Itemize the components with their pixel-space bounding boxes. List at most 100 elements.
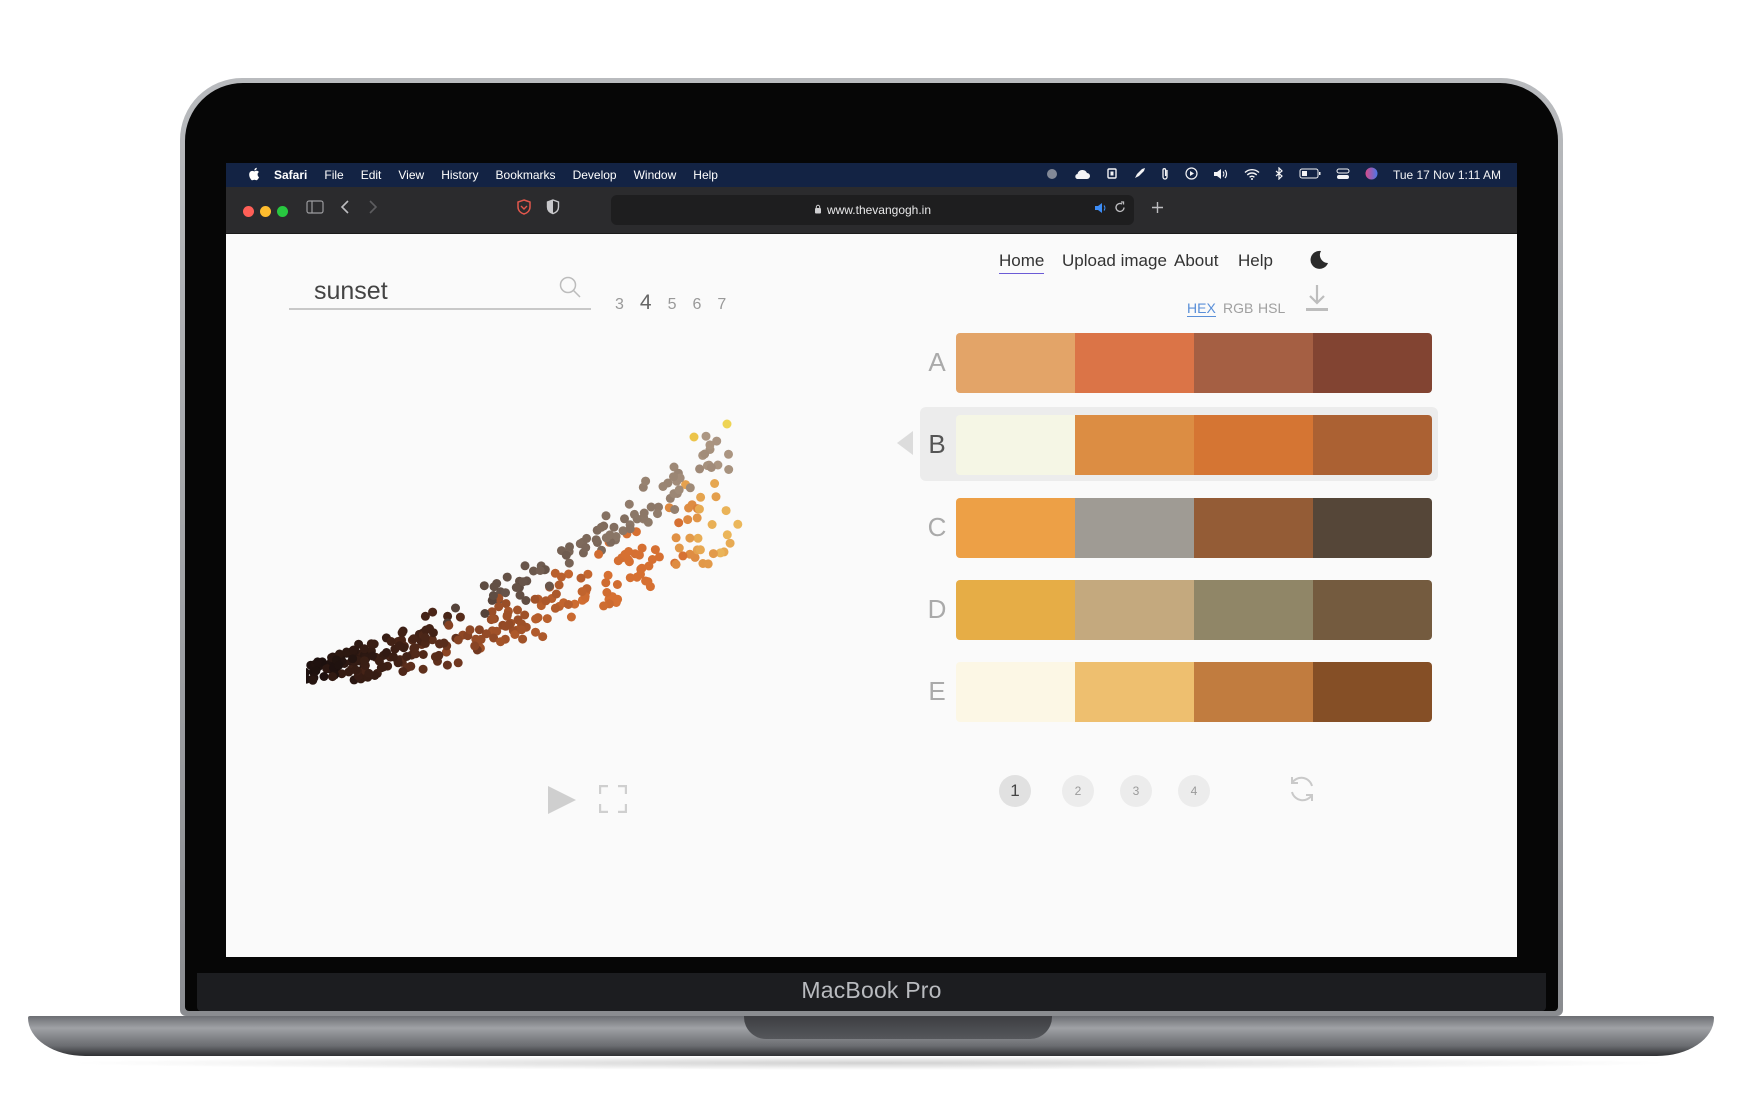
size-option-7[interactable]: 7 [717, 296, 726, 314]
format-hex[interactable]: HEX [1187, 300, 1216, 317]
new-tab-icon[interactable] [1151, 199, 1164, 221]
bluetooth-icon[interactable] [1275, 166, 1284, 183]
color-point [695, 464, 705, 474]
laptop-shadow [60, 1056, 1680, 1070]
palette-row-b[interactable]: B [928, 415, 1432, 475]
page-button-1[interactable]: 1 [999, 775, 1031, 807]
color-swatch[interactable] [1075, 415, 1194, 475]
chip-icon[interactable] [1106, 167, 1118, 183]
color-swatch[interactable] [1194, 498, 1313, 558]
color-point [470, 641, 480, 651]
apple-icon[interactable] [248, 167, 262, 184]
minimize-window-button[interactable] [260, 206, 271, 217]
palette-swatches [956, 333, 1432, 393]
color-swatch[interactable] [956, 333, 1075, 393]
color-swatch[interactable] [956, 580, 1075, 640]
color-swatch[interactable] [1313, 333, 1432, 393]
color-point [308, 675, 318, 685]
color-swatch[interactable] [1194, 415, 1313, 475]
sidebar-icon[interactable] [306, 199, 324, 221]
format-hsl[interactable]: HSL [1258, 300, 1285, 316]
record-icon[interactable] [1046, 168, 1058, 183]
color-swatch[interactable] [956, 498, 1075, 558]
siri-icon[interactable] [1365, 167, 1378, 183]
color-swatch[interactable] [1075, 580, 1194, 640]
color-point [624, 556, 634, 566]
color-point [420, 611, 430, 621]
nav-help[interactable]: Help [1238, 251, 1273, 271]
page-button-4[interactable]: 4 [1178, 775, 1210, 807]
battery-icon[interactable] [1299, 168, 1321, 182]
color-swatch[interactable] [1075, 333, 1194, 393]
paperclip-icon[interactable] [1161, 167, 1170, 184]
search-bar[interactable]: sunset [289, 264, 591, 310]
color-swatch[interactable] [1075, 662, 1194, 722]
menu-edit[interactable]: Edit [361, 168, 382, 182]
size-option-5[interactable]: 5 [668, 296, 677, 314]
color-scatter-plot[interactable] [306, 403, 776, 693]
palette-row-a[interactable]: A [928, 333, 1432, 393]
nav-about[interactable]: About [1174, 251, 1218, 271]
menu-history[interactable]: History [441, 168, 478, 182]
download-icon[interactable] [1304, 283, 1330, 313]
size-option-4[interactable]: 4 [640, 291, 652, 315]
page-button-2[interactable]: 2 [1062, 775, 1094, 807]
nav-upload-image[interactable]: Upload image [1062, 251, 1167, 271]
privacy-icon[interactable] [546, 199, 560, 222]
control-center-icon[interactable] [1336, 168, 1350, 183]
refresh-icon[interactable] [1288, 775, 1316, 803]
play-icon[interactable] [548, 786, 576, 814]
forward-icon[interactable] [368, 199, 378, 221]
color-swatch[interactable] [956, 662, 1075, 722]
palette-row-e[interactable]: E [928, 662, 1432, 722]
fullscreen-icon[interactable] [598, 784, 628, 814]
menu-develop[interactable]: Develop [573, 168, 617, 182]
color-swatch[interactable] [1313, 662, 1432, 722]
cloud-icon[interactable] [1073, 168, 1091, 183]
color-point [696, 492, 706, 502]
color-swatch[interactable] [1075, 498, 1194, 558]
rocket-icon[interactable] [1133, 167, 1146, 183]
color-swatch[interactable] [956, 415, 1075, 475]
color-point [707, 520, 717, 529]
format-rgb[interactable]: RGB [1223, 300, 1253, 316]
wifi-icon[interactable] [1244, 168, 1260, 183]
color-point [624, 499, 634, 509]
color-swatch[interactable] [1313, 415, 1432, 475]
nav-home[interactable]: Home [999, 251, 1045, 274]
color-point [444, 620, 454, 630]
size-option-3[interactable]: 3 [615, 296, 624, 314]
close-window-button[interactable] [243, 206, 254, 217]
menu-bookmarks[interactable]: Bookmarks [496, 168, 556, 182]
play-icon[interactable] [1185, 167, 1198, 183]
color-swatch[interactable] [1313, 498, 1432, 558]
reload-icon[interactable] [1114, 201, 1126, 217]
menu-safari[interactable]: Safari [274, 168, 307, 182]
menu-view[interactable]: View [398, 168, 424, 182]
menu-help[interactable]: Help [693, 168, 718, 182]
back-icon[interactable] [340, 199, 350, 221]
menu-datetime[interactable]: Tue 17 Nov 1:11 AM [1393, 168, 1501, 182]
search-icon[interactable] [559, 276, 581, 298]
menu-file[interactable]: File [324, 168, 343, 182]
color-point [671, 559, 681, 569]
shield-icon[interactable] [516, 199, 532, 222]
color-swatch[interactable] [1194, 580, 1313, 640]
palette-row-d[interactable]: D [928, 580, 1432, 640]
stage: MacBook Pro Safari File Edit View Histor… [0, 0, 1740, 1106]
volume-icon[interactable] [1213, 168, 1229, 183]
color-swatch[interactable] [1194, 333, 1313, 393]
palette-row-c[interactable]: C [928, 498, 1432, 558]
menu-window[interactable]: Window [634, 168, 677, 182]
page-button-3[interactable]: 3 [1120, 775, 1152, 807]
color-point [692, 513, 702, 523]
moon-icon[interactable] [1307, 249, 1329, 271]
size-option-6[interactable]: 6 [693, 296, 702, 314]
color-point [453, 658, 463, 668]
color-swatch[interactable] [1313, 580, 1432, 640]
search-input[interactable]: sunset [314, 277, 388, 306]
zoom-window-button[interactable] [277, 206, 288, 217]
audio-playing-icon[interactable] [1094, 202, 1108, 217]
color-swatch[interactable] [1194, 662, 1313, 722]
address-bar[interactable]: www.thevangogh.in [611, 195, 1134, 225]
